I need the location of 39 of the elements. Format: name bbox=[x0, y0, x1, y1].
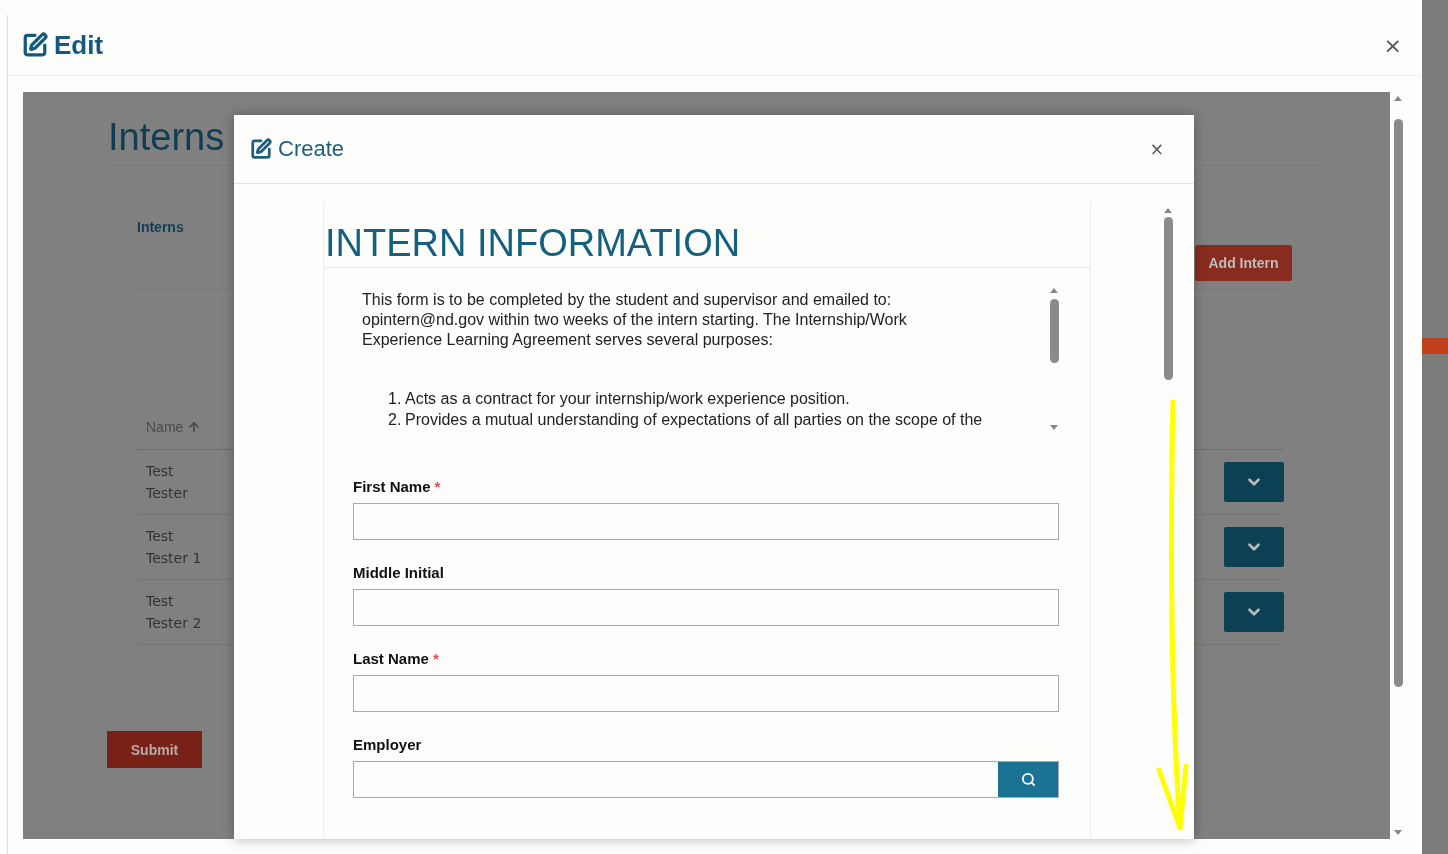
title-text: Edit bbox=[54, 29, 104, 61]
add-intern-button[interactable]: Add Intern bbox=[1195, 245, 1292, 281]
input-field[interactable] bbox=[353, 503, 1059, 540]
search-button[interactable] bbox=[998, 762, 1058, 797]
input-field[interactable] bbox=[353, 589, 1059, 626]
list-number: 2. bbox=[388, 410, 401, 430]
edit-icon bbox=[22, 32, 48, 58]
submit-button[interactable]: Submit bbox=[107, 731, 202, 768]
field-label: First Name bbox=[353, 478, 431, 495]
input-field[interactable] bbox=[353, 675, 1059, 712]
field-label: Last Name bbox=[353, 650, 429, 667]
last-name: Tester 2 bbox=[146, 615, 202, 631]
search-icon bbox=[1020, 772, 1036, 787]
close-button[interactable]: × bbox=[1149, 139, 1164, 159]
lookup-field[interactable] bbox=[353, 761, 1059, 798]
first-name: Test bbox=[146, 463, 175, 479]
field-label: Middle Initial bbox=[353, 564, 444, 581]
required-mark: * bbox=[434, 478, 441, 495]
page-edge-bar bbox=[1422, 338, 1448, 354]
row-menu-button[interactable] bbox=[1224, 527, 1284, 567]
form-heading: INTERN INFORMATION bbox=[324, 201, 1090, 268]
intro-paragraph: This form is to be completed by the student and supervisor and emailed to: opintern@nd.gov within two weeks of the intern starting. The Internship/Work Experience Learning Agreement serves several purposes: bbox=[362, 290, 908, 350]
first-name: Test bbox=[146, 528, 175, 544]
purpose-item: Provides a mutual understanding of expectations of all parties on the scope of the bbox=[405, 410, 983, 430]
field-label: Employer bbox=[353, 736, 422, 753]
list-number: 1. bbox=[388, 389, 401, 409]
row-menu-button[interactable] bbox=[1224, 462, 1284, 502]
first-name: Test bbox=[146, 593, 175, 609]
row-menu-button[interactable] bbox=[1224, 592, 1284, 632]
page-title: Interns bbox=[108, 116, 225, 160]
last-name: Tester 1 bbox=[146, 550, 202, 566]
sort-up-icon bbox=[187, 420, 202, 434]
last-name: Tester bbox=[146, 485, 188, 501]
edit-icon bbox=[250, 138, 272, 160]
close-button[interactable]: × bbox=[1383, 32, 1402, 58]
purpose-item: Acts as a contract for your internship/work experience position. bbox=[405, 389, 850, 409]
panel-label: Interns bbox=[137, 219, 184, 235]
dialog-title: Create bbox=[278, 136, 345, 162]
required-mark: * bbox=[432, 650, 439, 667]
